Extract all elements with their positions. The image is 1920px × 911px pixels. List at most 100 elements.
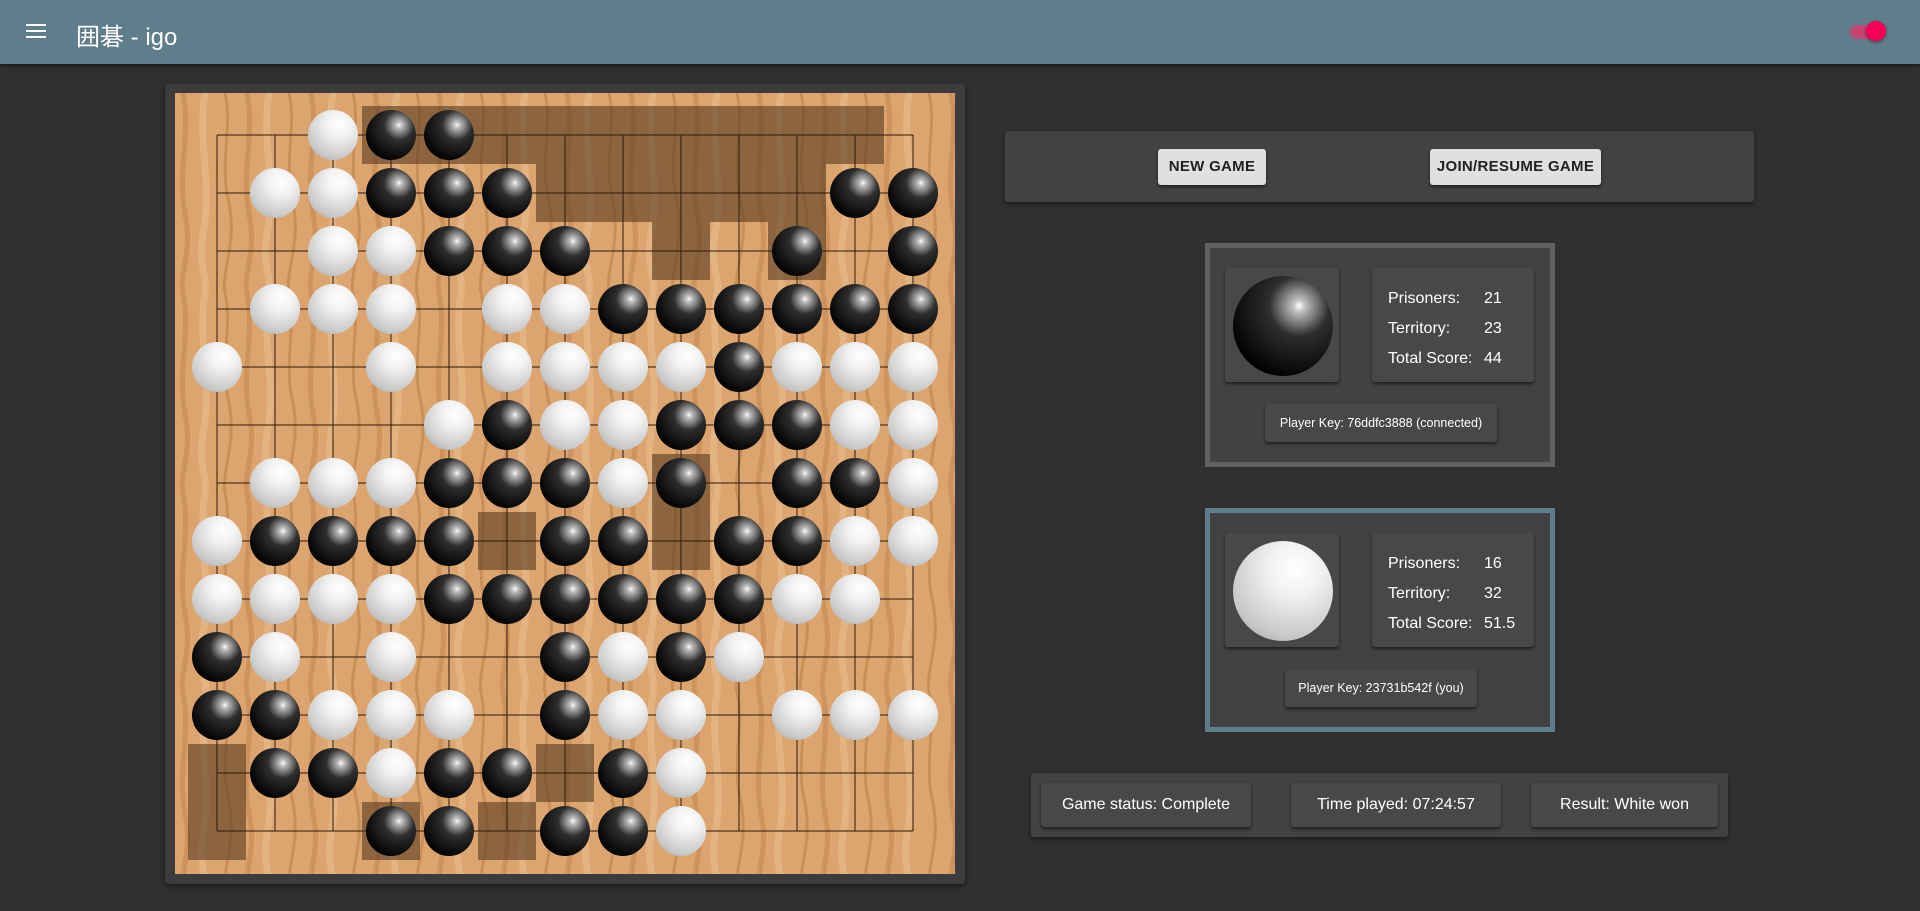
go-board[interactable]	[175, 93, 955, 874]
black-stone	[830, 458, 880, 508]
black-player-card: Prisoners: 21 Territory: 23 Total Score: 44…	[1205, 243, 1555, 467]
black-stone	[714, 284, 764, 334]
white-stone	[366, 458, 416, 508]
white-prisoners: Prisoners: 16	[1388, 555, 1502, 572]
black-stone	[656, 400, 706, 450]
black-stone	[540, 574, 590, 624]
app-title: 囲碁 - igo	[76, 24, 178, 51]
white-stone	[366, 574, 416, 624]
white-stone	[830, 690, 880, 740]
black-stone	[772, 400, 822, 450]
white-stone	[888, 400, 938, 450]
white-stone	[308, 574, 358, 624]
white-stone	[540, 284, 590, 334]
black-stone	[656, 632, 706, 682]
white-stone	[714, 632, 764, 682]
white-stone	[250, 458, 300, 508]
menu-icon[interactable]	[22, 20, 50, 44]
black-stone-icon	[1233, 276, 1333, 376]
black-stone	[598, 516, 648, 566]
black-stone	[482, 574, 532, 624]
black-territory: Territory: 23	[1388, 320, 1502, 337]
black-stone	[888, 284, 938, 334]
black-stone	[540, 226, 590, 276]
white-stone	[598, 632, 648, 682]
white-stone	[250, 284, 300, 334]
join-resume-game-button[interactable]: JOIN/RESUME GAME	[1430, 149, 1601, 185]
black-stone	[424, 806, 474, 856]
white-stone	[308, 110, 358, 160]
white-stone	[192, 342, 242, 392]
black-stone	[714, 400, 764, 450]
white-stone	[540, 400, 590, 450]
game-status: Game status: Complete	[1041, 783, 1251, 827]
white-stone	[482, 284, 532, 334]
white-stone	[656, 342, 706, 392]
black-stone	[598, 748, 648, 798]
theme-toggle[interactable]	[1850, 21, 1886, 41]
white-stone	[308, 284, 358, 334]
game-status-panel: Game status: Complete Time played: 07:24…	[1031, 773, 1728, 837]
white-stone	[888, 690, 938, 740]
white-stone	[656, 806, 706, 856]
black-stone	[656, 458, 706, 508]
black-stone	[772, 516, 822, 566]
white-stone-icon	[1233, 541, 1333, 641]
white-stats-tile: Prisoners: 16 Territory: 32 Total Score: 51…	[1372, 533, 1534, 647]
white-total-score: Total Score: 51.5	[1388, 615, 1516, 632]
black-stone	[250, 516, 300, 566]
app-bar: 囲碁 - igo	[0, 0, 1920, 64]
black-stone	[714, 342, 764, 392]
white-stone	[772, 342, 822, 392]
white-stone	[366, 632, 416, 682]
white-stone	[192, 574, 242, 624]
black-stone	[308, 516, 358, 566]
black-stone	[598, 574, 648, 624]
time-played: Time played: 07:24:57	[1291, 783, 1501, 827]
black-stone	[540, 516, 590, 566]
black-stone	[366, 168, 416, 218]
black-stone	[192, 690, 242, 740]
white-stone	[888, 342, 938, 392]
black-stone	[540, 458, 590, 508]
black-stone	[772, 458, 822, 508]
white-player-key: Player Key: 23731b542f (you)	[1285, 669, 1477, 707]
black-stone	[366, 516, 416, 566]
white-stone	[250, 574, 300, 624]
black-stone	[366, 806, 416, 856]
black-stone	[656, 284, 706, 334]
white-stone	[598, 458, 648, 508]
black-stone-tile	[1225, 268, 1339, 382]
black-stone	[424, 516, 474, 566]
black-stone	[598, 806, 648, 856]
new-game-button[interactable]: NEW GAME	[1158, 149, 1266, 185]
black-stone	[772, 226, 822, 276]
white-stone	[250, 168, 300, 218]
white-stone	[830, 400, 880, 450]
black-stone	[540, 690, 590, 740]
white-stone	[888, 458, 938, 508]
white-stone	[772, 574, 822, 624]
white-stone	[482, 342, 532, 392]
black-stone	[192, 632, 242, 682]
white-stone	[366, 284, 416, 334]
white-stone	[598, 400, 648, 450]
black-prisoners: Prisoners: 21	[1388, 290, 1502, 307]
black-stone	[424, 748, 474, 798]
black-total-score: Total Score: 44	[1388, 350, 1502, 367]
board-frame	[165, 84, 965, 884]
white-stone	[540, 342, 590, 392]
white-stone	[366, 690, 416, 740]
black-stone	[366, 110, 416, 160]
black-stone	[830, 284, 880, 334]
game-controls-panel: NEW GAME JOIN/RESUME GAME	[1005, 131, 1754, 202]
black-stone	[714, 516, 764, 566]
white-player-card: Prisoners: 16 Territory: 32 Total Score: 51…	[1205, 508, 1555, 732]
white-stone	[424, 690, 474, 740]
white-stone	[366, 226, 416, 276]
game-result: Result: White won	[1531, 783, 1718, 827]
black-stone	[424, 168, 474, 218]
white-stone	[308, 458, 358, 508]
black-stone	[482, 226, 532, 276]
black-stone	[482, 458, 532, 508]
